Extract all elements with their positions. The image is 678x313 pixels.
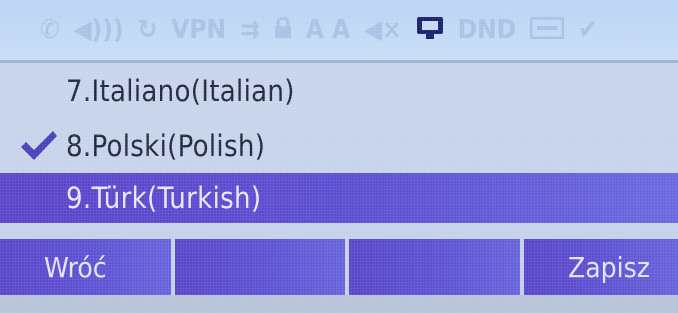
refresh-icon: ↻ bbox=[137, 15, 158, 45]
language-label: 7.Italiano(Italian) bbox=[66, 73, 295, 108]
auto-answer-icon: A A bbox=[305, 15, 351, 45]
language-list: 7.Italiano(Italian) 8.Polski(Polish) 9.T… bbox=[0, 63, 678, 223]
status-bar: ✆ ◀))) ↻ VPN ⇉ A A ◀× DND ✔ bbox=[0, 0, 678, 60]
phone-icon: ✆ bbox=[40, 15, 60, 45]
dnd-icon: DND bbox=[457, 15, 517, 45]
language-label: 8.Polski(Polish) bbox=[66, 128, 266, 163]
mute-icon: ◀× bbox=[364, 15, 402, 45]
language-option-polish[interactable]: 8.Polski(Polish) bbox=[0, 118, 678, 173]
language-option-italian[interactable]: 7.Italiano(Italian) bbox=[0, 63, 678, 118]
softkey-2[interactable] bbox=[174, 239, 345, 295]
speaker-volume-icon: ◀))) bbox=[73, 15, 124, 45]
back-softkey[interactable]: Wróć bbox=[0, 239, 171, 295]
language-label: 9.Türk(Turkish) bbox=[66, 181, 262, 215]
network-icon bbox=[416, 16, 444, 45]
vpn-icon: VPN bbox=[171, 15, 227, 45]
save-softkey[interactable]: Zapisz bbox=[523, 239, 678, 295]
bottom-bezel bbox=[0, 295, 678, 313]
softkey-bar: Wróć Zapisz bbox=[0, 239, 678, 295]
checkmark-icon bbox=[18, 128, 58, 164]
voicemail-icon bbox=[529, 16, 565, 44]
phone-screen: ✆ ◀))) ↻ VPN ⇉ A A ◀× DND ✔ 7.Italiano(I… bbox=[0, 0, 678, 313]
softkey-3[interactable] bbox=[349, 239, 520, 295]
call-forward-icon: ⇉ bbox=[240, 15, 260, 45]
check-icon: ✔ bbox=[578, 15, 598, 45]
language-option-turkish[interactable]: 9.Türk(Turkish) bbox=[0, 173, 678, 223]
lock-icon bbox=[274, 16, 292, 44]
